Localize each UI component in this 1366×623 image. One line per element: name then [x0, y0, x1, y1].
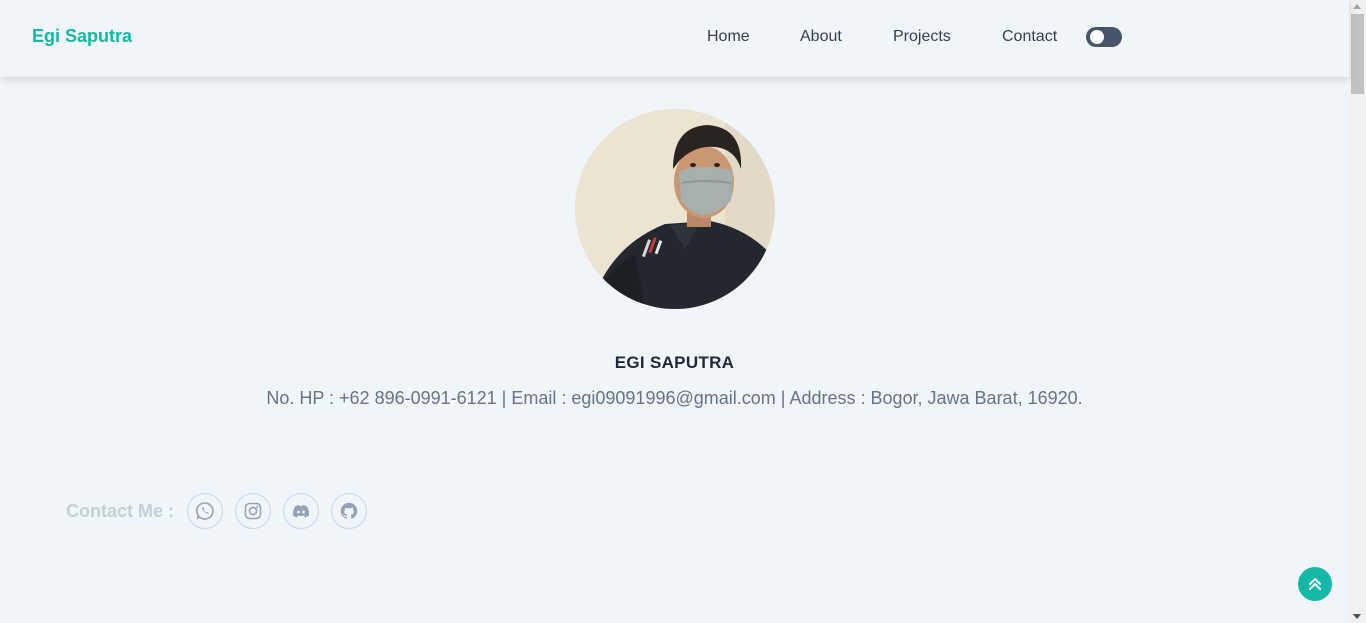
- profile-photo: [575, 109, 775, 309]
- navbar: Egi Saputra Home About Projects Contact: [0, 0, 1349, 77]
- nav-home[interactable]: Home: [707, 28, 750, 46]
- profile-name: EGI SAPUTRA: [614, 353, 735, 372]
- scroll-up-arrow[interactable]: [1353, 4, 1361, 9]
- vertical-scrollbar[interactable]: [1349, 0, 1366, 623]
- page: Egi Saputra Home About Projects Contact: [0, 0, 1366, 623]
- toggle-knob: [1090, 30, 1104, 44]
- nav-contact[interactable]: Contact: [1002, 28, 1057, 46]
- brand-logo[interactable]: Egi Saputra: [32, 26, 132, 47]
- nav-about[interactable]: About: [800, 28, 842, 46]
- scroll-thumb[interactable]: [1351, 14, 1364, 94]
- scroll-down-arrow[interactable]: [1353, 614, 1361, 619]
- double-chevron-up-icon: [1309, 578, 1321, 590]
- back-to-top-button[interactable]: [1298, 567, 1332, 601]
- profile-contact-info: No. HP : +62 896-0991-6121 | Email : egi…: [266, 388, 1083, 408]
- instagram-link[interactable]: [235, 493, 271, 529]
- discord-link[interactable]: [283, 493, 319, 529]
- dark-mode-toggle[interactable]: [1086, 27, 1122, 47]
- discord-icon: [292, 505, 310, 518]
- github-link[interactable]: [331, 493, 367, 529]
- nav-projects[interactable]: Projects: [893, 28, 951, 46]
- instagram-icon: [244, 502, 262, 520]
- contact-label: Contact Me :: [66, 501, 174, 521]
- whatsapp-icon: [196, 502, 214, 520]
- profile-photo-illustration: [575, 109, 775, 309]
- github-icon: [340, 502, 358, 519]
- whatsapp-link[interactable]: [187, 493, 223, 529]
